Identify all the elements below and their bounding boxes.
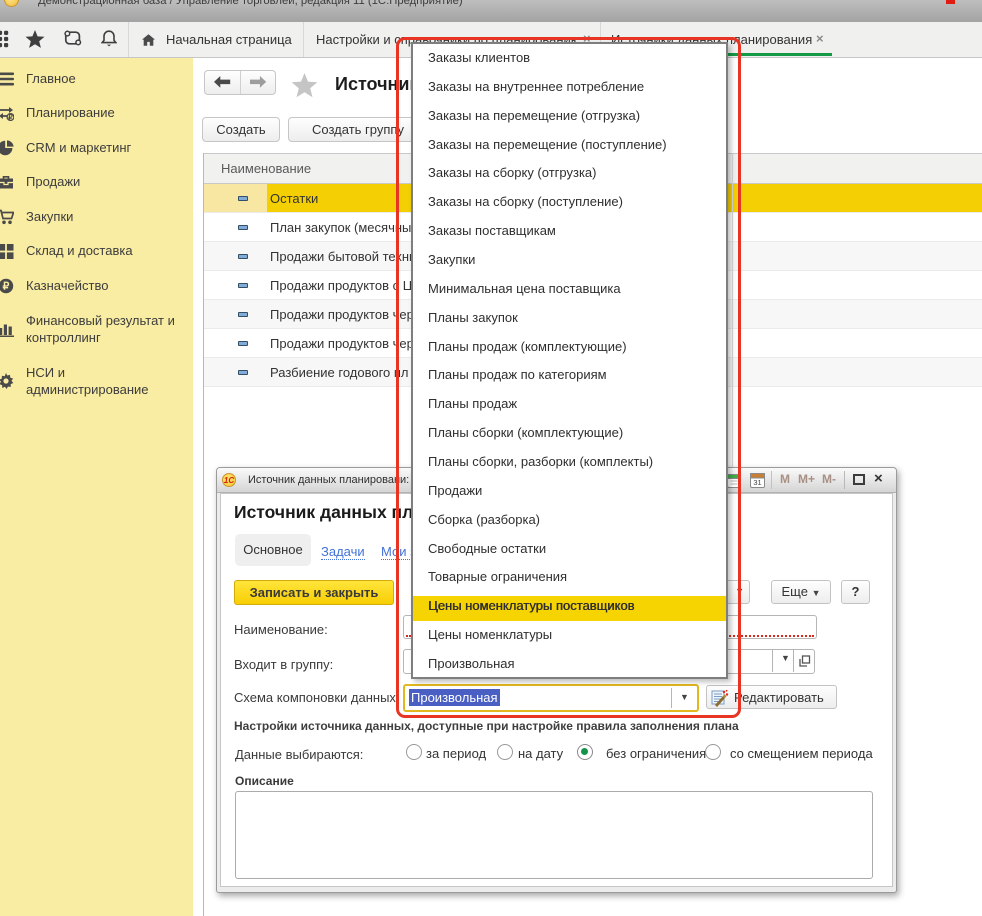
svg-text:₽: ₽ (3, 281, 10, 293)
svg-text:₽: ₽ (8, 114, 13, 121)
svg-text:31: 31 (753, 478, 761, 487)
